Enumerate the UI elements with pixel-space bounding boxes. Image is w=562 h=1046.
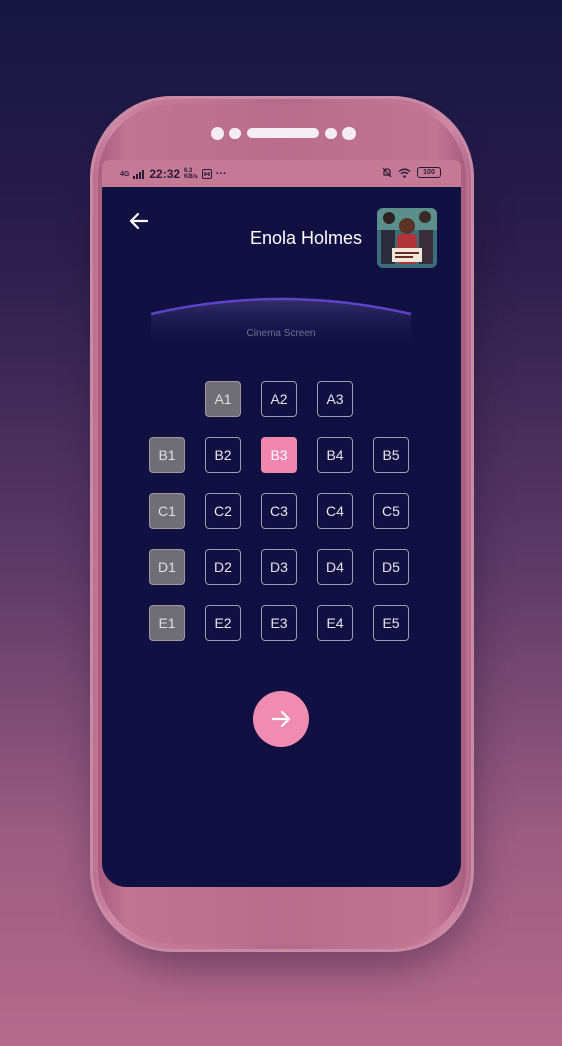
front-camera xyxy=(211,127,224,140)
network-speed: 6.3 KB/s xyxy=(184,168,198,180)
seat-d4[interactable]: D4 xyxy=(317,549,353,585)
arrow-left-icon[interactable] xyxy=(128,210,150,232)
front-camera-secondary xyxy=(342,127,356,140)
seat-c1: C1 xyxy=(149,493,185,529)
seat-c2[interactable]: C2 xyxy=(205,493,241,529)
battery-indicator: 100 xyxy=(417,167,441,178)
seat-d1: D1 xyxy=(149,549,185,585)
seat-d3[interactable]: D3 xyxy=(261,549,297,585)
seat-a1: A1 xyxy=(205,381,241,417)
seat-c5[interactable]: C5 xyxy=(373,493,409,529)
seat-a3[interactable]: A3 xyxy=(317,381,353,417)
seat-e5[interactable]: E5 xyxy=(373,605,409,641)
cinema-screen-arc xyxy=(150,297,412,350)
more-notifications-icon: ··· xyxy=(215,168,227,180)
signal-icon xyxy=(133,169,145,179)
movie-poster xyxy=(377,208,437,268)
status-bar: 4G 22:32 6.3 KB/s ··· 100 xyxy=(102,160,461,187)
seat-e4[interactable]: E4 xyxy=(317,605,353,641)
proximity-sensor xyxy=(229,128,241,139)
movie-title: Enola Holmes xyxy=(249,228,362,248)
arrow-right-icon xyxy=(271,710,291,728)
status-time: 22:32 xyxy=(149,167,181,181)
seat-b3[interactable]: B3 xyxy=(261,437,297,473)
cinema-screen-label: Cinema Screen xyxy=(246,328,316,339)
seat-e2[interactable]: E2 xyxy=(205,605,241,641)
seat-a2[interactable]: A2 xyxy=(261,381,297,417)
network-speed-unit: KB/s xyxy=(184,174,198,180)
seat-c3[interactable]: C3 xyxy=(261,493,297,529)
seat-b1: B1 xyxy=(149,437,185,473)
next-button[interactable] xyxy=(253,691,309,747)
bell-off-icon xyxy=(382,167,392,178)
seat-b5[interactable]: B5 xyxy=(373,437,409,473)
wifi-icon xyxy=(398,168,411,178)
seat-b2[interactable]: B2 xyxy=(205,437,241,473)
network-type: 4G xyxy=(120,170,130,178)
cinema-screen: Cinema Screen xyxy=(149,290,413,350)
earpiece-speaker xyxy=(247,128,319,138)
seat-d2[interactable]: D2 xyxy=(205,549,241,585)
light-sensor xyxy=(325,128,337,139)
seat-b4[interactable]: B4 xyxy=(317,437,353,473)
seat-c4[interactable]: C4 xyxy=(317,493,353,529)
notification-icon xyxy=(201,169,212,179)
seat-e1: E1 xyxy=(149,605,185,641)
app-screen: 4G 22:32 6.3 KB/s ··· 100 Enola Holmes C… xyxy=(102,160,461,887)
seat-d5[interactable]: D5 xyxy=(373,549,409,585)
seat-e3[interactable]: E3 xyxy=(261,605,297,641)
